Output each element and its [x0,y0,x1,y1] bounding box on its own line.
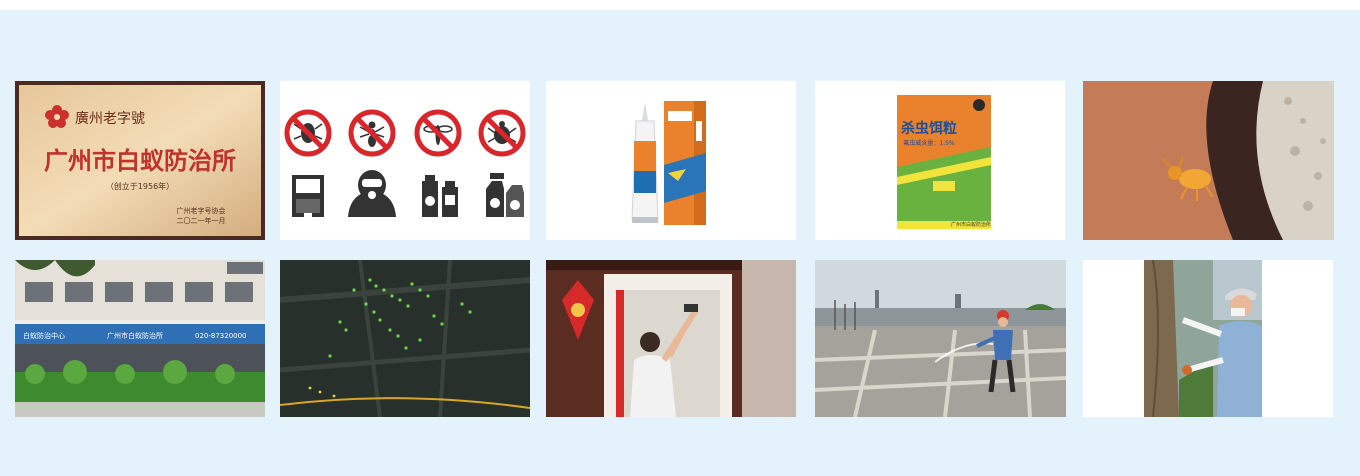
bait-brand: 广州市白蚁防治所 [951,221,991,228]
brand-logo-icon [973,99,985,111]
plaque-title: 广州市白蚁防治所 [44,146,236,175]
tile-construction-spray[interactable] [815,260,1066,417]
plaque-issuer: 广州老字号协会 [177,206,226,215]
storefront-sign-1: 白蚁防治中心 [23,331,65,340]
storefront-image: 白蚁防治中心 广州市白蚁防治所 020-87320000 [15,260,265,417]
tile-termite-closeup[interactable] [1083,81,1334,240]
indoor-service-image [546,260,796,417]
tile-gel-product[interactable] [546,81,796,240]
tile-bait-product[interactable]: 杀虫饵粒 氟虫威含量：1.5% 广州市白蚁防治所 [815,81,1065,240]
tile-aerial-map[interactable] [280,260,530,417]
gel-product-image [546,81,796,240]
tile-indoor-service[interactable] [546,260,796,417]
safety-icons-image [280,81,530,240]
tile-safety-icons[interactable] [280,81,530,240]
no-ant-icon [348,109,396,157]
tile-honor-plaque[interactable]: 廣州老字號 广州市白蚁防治所 （创立于1956年） 广州老字号协会 二〇二一年一… [15,81,265,240]
gel-box-icon [664,101,706,225]
construction-spray-image [815,260,1066,417]
tile-storefront[interactable]: 白蚁防治中心 广州市白蚁防治所 020-87320000 [15,260,265,417]
gallery-panel: 廣州老字號 广州市白蚁防治所 （创立于1956年） 广州老字号协会 二〇二一年一… [0,10,1360,476]
tile-tree-inspection[interactable] [1083,260,1333,417]
bait-station-icon [292,175,324,217]
plaque-date: 二〇二一年一月 [177,216,226,225]
bait-product-image: 杀虫饵粒 氟虫威含量：1.5% 广州市白蚁防治所 [815,81,1065,240]
termite-closeup-image [1083,81,1334,240]
bait-title: 杀虫饵粒 [901,120,957,137]
no-cockroach-icon [284,109,332,157]
no-mosquito-icon [414,109,462,157]
plaque-subtitle: （创立于1956年） [106,181,174,191]
honor-plaque-image: 廣州老字號 广州市白蚁防治所 （创立于1956年） 广州老字号协会 二〇二一年一… [15,81,265,240]
storefront-sign-2: 广州市白蚁防治所 [107,331,163,340]
aerial-map-image [280,260,530,417]
storefront-sign-3: 020-87320000 [195,332,247,340]
no-tick-icon [478,109,526,157]
tree-inspection-image [1083,260,1333,417]
bait-subtitle: 氟虫威含量：1.5% [903,139,955,147]
plaque-badge: 廣州老字號 [75,110,145,127]
